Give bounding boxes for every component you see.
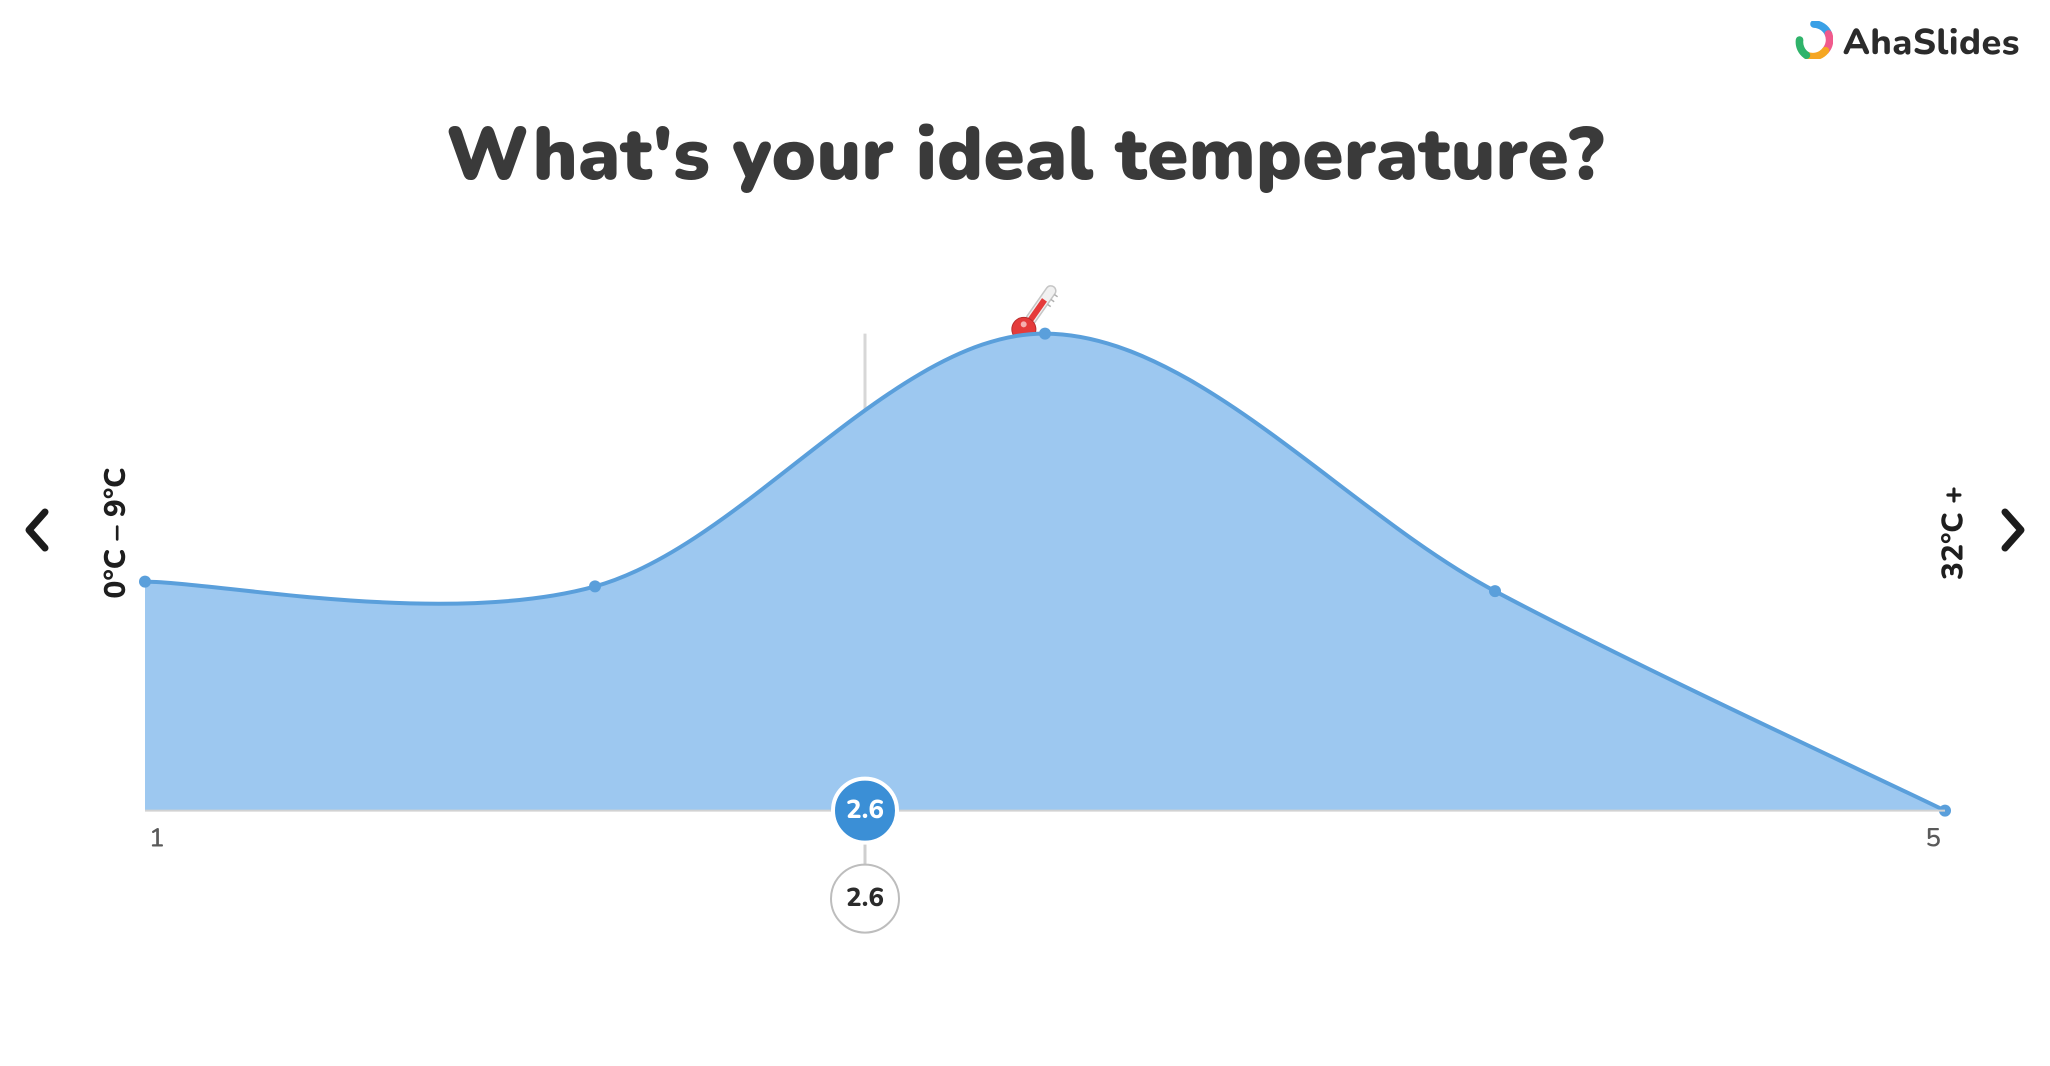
brand-name: AhaSlides	[1843, 18, 2020, 67]
brand-logo: AhaSlides	[1795, 18, 2020, 67]
value-badge-value: 2.6	[846, 881, 884, 916]
slide-canvas: AhaSlides What's your ideal temperature?…	[0, 0, 2050, 1066]
slide-title: What's your ideal temperature?	[0, 105, 2050, 206]
next-button[interactable]	[1988, 503, 2038, 563]
x-tick-min: 1	[149, 822, 165, 857]
area-chart: 152.62.6	[145, 270, 1945, 906]
axis-left-label: 0°C – 9°C	[95, 467, 136, 598]
prev-button[interactable]	[12, 503, 62, 563]
brand-mark-icon	[1795, 21, 1833, 65]
data-point	[1489, 585, 1501, 597]
chevron-right-icon	[1999, 508, 2027, 558]
area-fill	[145, 334, 1945, 811]
chevron-left-icon	[23, 508, 51, 558]
data-point	[139, 576, 151, 588]
mean-badge-value: 2.6	[846, 793, 884, 828]
data-point	[1039, 328, 1051, 340]
data-point	[589, 580, 601, 592]
x-tick-max: 5	[1925, 822, 1941, 857]
